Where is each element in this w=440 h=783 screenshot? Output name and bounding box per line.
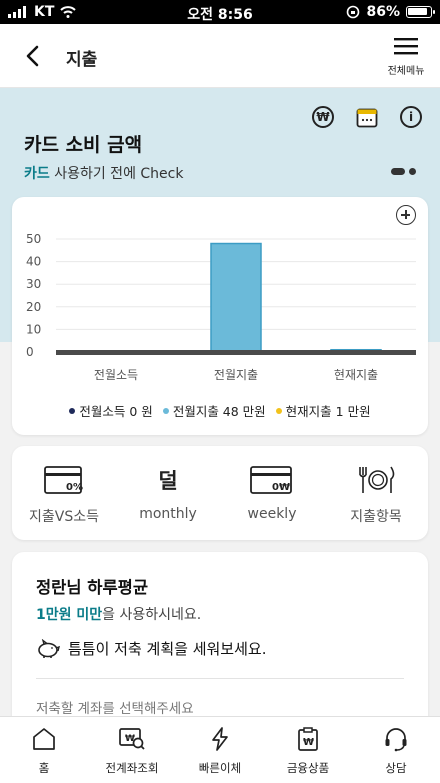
nav-consultation[interactable]: 상담 [352,717,440,783]
y-tick-label: 30 [26,277,41,291]
daily-subtitle: 1만원 미만을 사용하시네요. [36,604,201,624]
menu-monthly[interactable]: 덜 monthly [116,446,220,540]
baseline-axis [56,350,416,355]
savings-tip[interactable]: 틈틈이 저축 계획을 세워보세요. [36,638,266,659]
product-icon: ₩ [298,727,318,751]
lightning-icon [212,727,228,751]
battery-icon [406,6,435,18]
menu-label: weekly [247,506,297,522]
card-won-icon: 0₩ [250,466,292,494]
menu-label: monthly [139,506,197,522]
menu-label: 지출VS소득 [29,509,99,525]
svg-text:₩: ₩ [303,737,314,748]
y-tick-label: 40 [26,255,41,269]
chart-legend: 전월소득 0 원 전월지출 48 만원 현재지출 1 만원 [12,401,428,420]
rotation-lock-icon [347,5,360,19]
nav-account-search[interactable]: ₩ 전계좌조회 [88,717,176,783]
nav-label: 상담 [385,761,407,775]
legend-label: 전월지출 48 만원 [172,404,266,419]
menu-label: 지출항목 [350,509,402,525]
chart-card: 0 10 20 30 40 50 전월소득 전월지출 현재지출 전월소득 0 원 전월지출 48 … [12,197,428,435]
y-tick-label: 50 [26,232,41,246]
account-select-hint[interactable]: 저축할 계좌를 선택해주세요 [36,697,194,717]
nav-quick-transfer[interactable]: 빠른이체 [176,717,264,783]
menu-spending-category[interactable]: 지출항목 [324,446,428,540]
page-indicator-dot [409,168,416,175]
page-indicator[interactable] [391,168,416,175]
hero-icon-group: ₩ i [312,106,422,128]
piggy-bank-icon [38,638,60,658]
nav-label: 빠른이체 [198,761,242,775]
x-tick-label: 현재지출 [334,368,378,382]
legend-swatch [69,407,76,414]
x-tick-label: 전월지출 [214,368,258,382]
legend-item: 전월소득 0 원 [69,401,153,420]
full-menu-button[interactable]: 전체메뉴 [382,36,430,82]
legend-swatch [275,407,282,414]
dining-icon [359,466,395,493]
nav-label: 전계좌조회 [105,761,159,775]
daily-subtitle-text: 을 사용하시네요. [102,607,202,623]
quick-menu-card: 0% 지출VS소득 덜 monthly 0₩ weekly 지출항목 [12,446,428,540]
card-percent-text: 0% [66,482,83,493]
text-icon: 덜 [158,469,178,493]
y-tick-label: 10 [26,322,41,336]
nav-home[interactable]: 홈 [0,717,88,783]
menu-spending-vs-income[interactable]: 0% 지출VS소득 [12,446,116,540]
bottom-navigation: 홈 ₩ 전계좌조회 빠른이체 ₩ 금융상품 상담 [0,716,440,783]
hamburger-menu-icon [394,38,418,55]
section-subtitle: 카드 사용하기 전에 Check [24,163,183,183]
card-percent-icon: 0% [44,466,83,494]
calendar-icon[interactable] [356,106,378,128]
bar-chart: 0 10 20 30 40 50 전월소득 전월지출 현재지출 [26,232,416,382]
card-won-text: 0₩ [272,482,290,493]
chevron-left-icon [26,45,39,67]
app-header: 지출 전체메뉴 [0,24,440,88]
home-icon [33,728,55,750]
y-tick-label: 0 [26,345,34,359]
nav-financial-products[interactable]: ₩ 금융상품 [264,717,352,783]
divider [36,678,404,679]
daily-title: 정란님 하루평균 [36,578,149,597]
menu-weekly[interactable]: 0₩ weekly [220,446,324,540]
savings-tip-text: 틈틈이 저축 계획을 세워보세요. [68,640,267,658]
bar [210,242,262,353]
status-bar: KT 오전 8:56 86% [0,0,440,24]
x-tick-label: 전월소득 [94,368,138,382]
legend-swatch [162,407,169,414]
subtitle-text: 사용하기 전에 Check [49,166,184,182]
nav-label: 홈 [38,761,50,775]
legend-label: 현재지출 1 만원 [285,404,371,419]
legend-item: 전월지출 48 만원 [162,401,266,420]
full-menu-label: 전체메뉴 [387,66,425,77]
y-tick-label: 20 [26,300,41,314]
legend-label: 전월소득 0 원 [79,404,153,419]
subtitle-accent: 카드 [24,166,50,182]
section-title: 카드 소비 금액 [24,134,143,156]
page-title: 지출 [66,50,98,70]
legend-item: 현재지출 1 만원 [275,401,371,420]
back-button[interactable] [20,40,48,72]
info-icon[interactable]: i [400,106,422,128]
page-indicator-active [391,168,405,175]
headset-icon [385,728,407,752]
account-search-icon: ₩ [119,728,145,750]
battery-percent: 86% [366,4,400,20]
won-circle-icon[interactable]: ₩ [312,106,334,128]
nav-label: 금융상품 [286,761,330,775]
daily-amount: 1만원 미만 [36,607,103,623]
